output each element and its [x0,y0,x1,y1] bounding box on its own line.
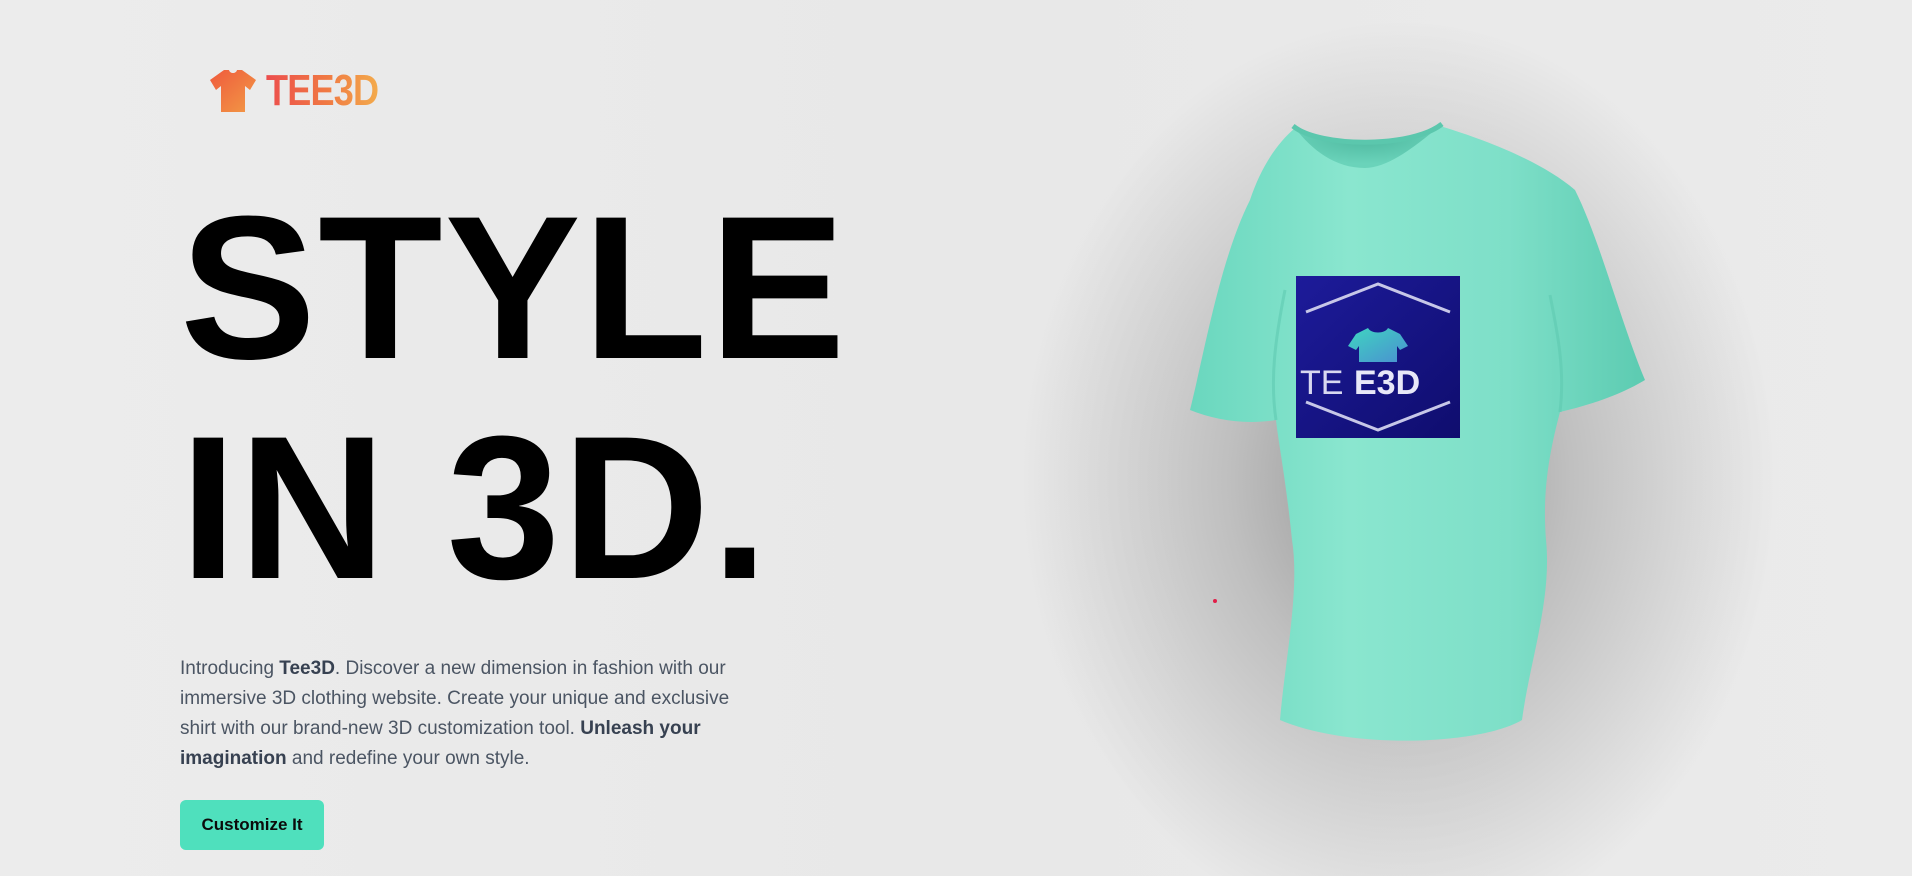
cursor-marker [1213,599,1217,603]
page-background: TEE3D STYLE IN 3D. Introducing Tee3D. Di… [0,0,1912,876]
intro-text-1: Introducing [180,658,280,679]
tshirt-3d-model[interactable]: TE E3D [1080,120,1660,770]
hero-headline: STYLE IN 3D. [180,178,847,618]
decal-text-light: TE [1300,364,1343,402]
intro-brand-highlight: Tee3D [279,658,335,679]
hero-intro: Introducing Tee3D. Discover a new dimens… [180,654,740,774]
customize-button[interactable]: Customize It [180,800,324,850]
tshirt-icon [210,70,256,112]
brand-name: TEE3D [266,66,379,115]
decal-text-bold: E3D [1354,364,1420,402]
headline-line-2: IN 3D. [180,394,771,622]
brand-logo[interactable]: TEE3D [208,68,403,114]
tshirt-render: TE E3D [1190,121,1645,741]
intro-text-3: and redefine your own style. [286,748,530,769]
headline-line-1: STYLE [180,174,848,402]
shirt-decal: TE E3D [1296,276,1460,438]
